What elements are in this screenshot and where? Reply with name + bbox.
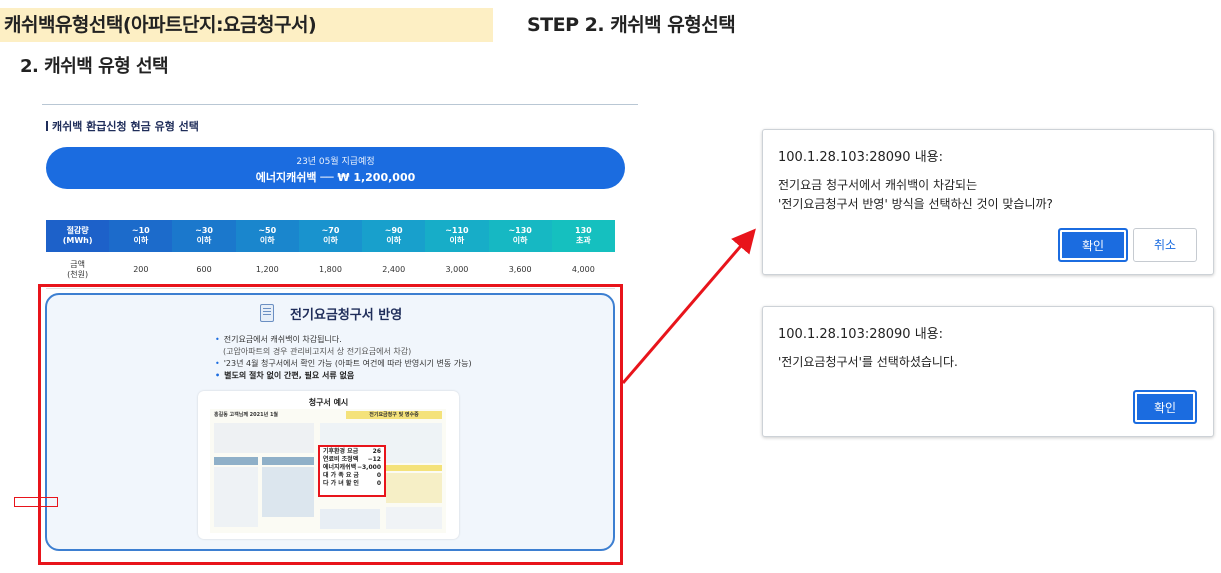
dialog-message: 전기요금 청구서에서 캐쉬백이 차감되는 [778, 178, 978, 192]
bill-footer-info [386, 507, 442, 529]
bullet-dot-icon: • [215, 371, 221, 380]
section-title: 2. 캐쉬백 유형 선택 [20, 56, 169, 77]
alert-ok-button[interactable]: 확인 [1133, 390, 1197, 424]
callout-row: 다 가 녀 할 인0 [323, 480, 381, 487]
bullet-item: • '23년 4월 청구서에서 확인 가능 (아파트 여건에 따라 반영시기 변동… [215, 359, 472, 368]
rate-table-range-header: ~50 이하 [235, 220, 299, 252]
cashback-amount-text: 에너지캐쉬백 ── ₩ 1,200,000 [255, 171, 416, 184]
dialog-message: '전기요금청구서 반영' 방식을 선택하신 것이 맞습니까? [778, 197, 1053, 211]
bill-customer-line: 홍길동 고객님께 2021년 1월 [214, 412, 279, 418]
option-title: 전기요금청구서 반영 [290, 308, 403, 323]
bullet-dot-icon: • [215, 359, 220, 368]
arrow-line [621, 228, 756, 384]
bill-section-header [262, 457, 314, 465]
rate-table-header-row: 절감량 (MWh) ~10 이하 ~30 이하 ~50 이하 ~70 이하 ~90 이하 ~110 이하 ~… [46, 220, 615, 252]
callout-row: 에너지캐쉬백 −3,000 [323, 464, 381, 471]
panel-heading: 캐쉬백 환급신청 현금 유형 선택 [46, 118, 199, 134]
dialog-origin: 100.1.28.103:28090 내용: [778, 327, 944, 342]
rate-table-row-label: 금액 (천원) [46, 252, 110, 289]
bullet-item-note: (고압아파트의 경우 관리비고지서 상 전기요금에서 차감) [223, 347, 412, 356]
bill-notice-text [214, 423, 314, 453]
bullet-item: • 별도의 절차 없이 간편, 필요 서류 없음 [215, 371, 355, 380]
bill-footer-table [320, 509, 380, 529]
rate-table-range-header: ~110 이하 [425, 220, 489, 252]
bullet-item: • 전기요금에서 캐쉬백이 차감됩니다. [215, 335, 342, 344]
rate-table-amount-cell: 3,000 [425, 252, 489, 289]
dialog-message: '전기요금청구서'를 선택하셨습니다. [778, 355, 958, 369]
page-title: 캐쉬백유형선택(아파트단지:요금청구서) [0, 8, 493, 42]
step-label: STEP 2. 캐쉬백 유형선택 [527, 14, 736, 36]
rate-table-amount-cell: 4,000 [551, 252, 615, 289]
rate-table-value-row: 금액 (천원) 200 600 1,200 1,800 2,400 3,000 3,600 4,0… [46, 252, 615, 289]
cashback-rate-table: 절감량 (MWh) ~10 이하 ~30 이하 ~50 이하 ~70 이하 ~90 이하 ~110 이하 ~… [46, 220, 615, 289]
rate-table-header-label: 절감량 (MWh) [46, 220, 110, 252]
bill-charge-list [214, 467, 258, 527]
payment-schedule-text: 23년 05월 지급예정 [296, 157, 375, 167]
confirm-ok-button[interactable]: 확인 [1058, 228, 1128, 262]
rate-table-range-header: ~90 이하 [362, 220, 426, 252]
rate-table-amount-cell: 200 [109, 252, 173, 289]
bill-receipt-title: 전기요금청구 및 영수증 [346, 411, 442, 419]
callout-row: 연료비 조정액 −12 [323, 456, 381, 463]
callout-row: 기후환경 요금 26 [323, 448, 381, 455]
callout-row: 대 가 족 요 금0 [323, 472, 381, 479]
alert-dialog: 100.1.28.103:28090 내용: '전기요금청구서'를 선택하셨습니… [762, 306, 1214, 437]
rate-table-range-header: ~30 이하 [172, 220, 236, 252]
rate-table-range-header: ~10 이하 [109, 220, 173, 252]
bullet-dot-icon: • [215, 335, 220, 344]
rate-table-range-header: ~130 이하 [488, 220, 552, 252]
rate-table-amount-cell: 600 [172, 252, 236, 289]
panel-divider [42, 104, 638, 105]
rate-table-amount-cell: 2,400 [362, 252, 426, 289]
confirm-cancel-button[interactable]: 취소 [1133, 228, 1197, 262]
bill-payment-info [386, 473, 442, 503]
cashback-line-highlight [14, 497, 58, 507]
rate-table-amount-cell: 3,600 [488, 252, 552, 289]
rate-table-amount-cell: 1,800 [298, 252, 363, 289]
rate-table-amount-cell: 1,200 [235, 252, 299, 289]
document-icon [260, 304, 274, 322]
bill-zoom-callout: 기후환경 요금 26 연료비 조정액 −12 에너지캐쉬백 −3,000 대 가 족 … [318, 445, 386, 497]
dialog-origin: 100.1.28.103:28090 내용: [778, 150, 944, 165]
bill-section-header [214, 457, 258, 465]
bill-usage-chart [262, 467, 314, 517]
confirm-dialog: 100.1.28.103:28090 내용: 전기요금 청구서에서 캐쉬백이 차… [762, 129, 1214, 275]
bill-example-title: 청구서 예시 [308, 398, 349, 407]
cashback-amount-banner: 23년 05월 지급예정 에너지캐쉬백 ── ₩ 1,200,000 [46, 147, 625, 189]
option-bullet-list: • 전기요금에서 캐쉬백이 차감됩니다. (고압아파트의 경우 관리비고지서 상 … [215, 334, 545, 382]
rate-table-range-header: ~70 이하 [298, 220, 363, 252]
rate-table-range-header: 130 초과 [551, 220, 615, 252]
